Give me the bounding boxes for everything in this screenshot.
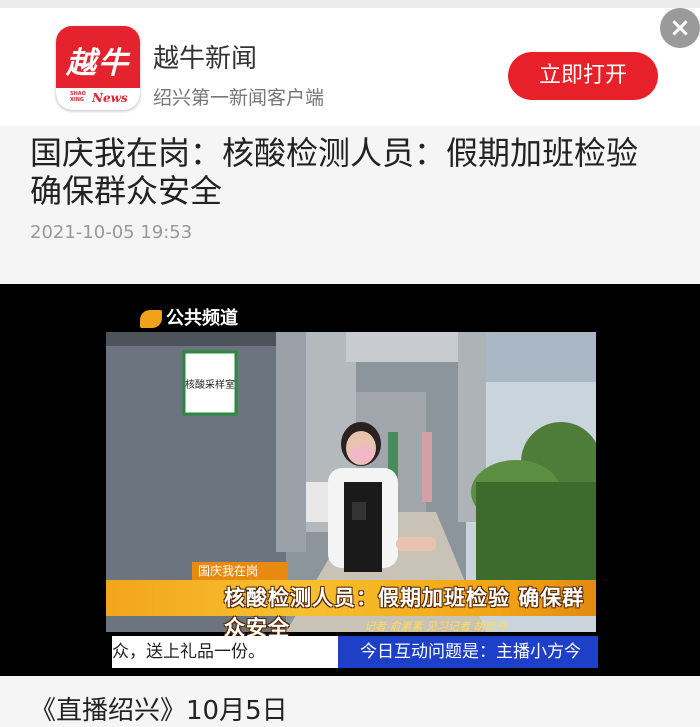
ticker-right-text: 今日互动问题是：主播小方今	[360, 642, 581, 662]
app-logo: 越牛 SHAO XING News	[56, 26, 140, 110]
lower-third-tag: 国庆我在岗	[192, 562, 288, 580]
sign-text: 核酸采样室	[185, 378, 235, 391]
lower-third-caption: 国庆我在岗 核酸检测人员：假期加班检验 确保群众安全 记者 俞素素 见习记者 胡…	[106, 562, 596, 640]
news-ticker: 众，送上礼品一份。 今日互动问题是：主播小方今	[112, 636, 598, 668]
app-subtitle: 绍兴第一新闻客户端	[153, 87, 325, 109]
ticker-left-text: 众，送上礼品一份。	[112, 636, 338, 668]
channel-logo-text: 公共频道	[166, 308, 238, 329]
close-icon[interactable]: ×	[660, 8, 700, 48]
article-next-line: 《直播绍兴》10月5日	[30, 696, 288, 726]
app-logo-small-text: SHAO XING	[70, 91, 86, 103]
open-app-button[interactable]: 立即打开	[508, 52, 658, 100]
app-logo-chars: 越牛	[66, 46, 130, 81]
channel-swirl-icon	[140, 310, 162, 328]
top-strip	[0, 0, 700, 8]
lower-third-credit: 记者 俞素素 见习记者 胡宏舟	[364, 620, 507, 633]
article-title: 国庆我在岗：核酸检测人员：假期加班检验 确保群众安全	[30, 134, 639, 210]
channel-logo: 公共频道	[140, 306, 256, 332]
app-logo-news-text: News	[92, 91, 128, 105]
app-name: 越牛新闻	[153, 44, 258, 74]
app-download-banner: 越牛 SHAO XING News 越牛新闻 绍兴第一新闻客户端 立即打开	[0, 8, 700, 126]
article-date: 2021-10-05 19:53	[30, 222, 193, 243]
